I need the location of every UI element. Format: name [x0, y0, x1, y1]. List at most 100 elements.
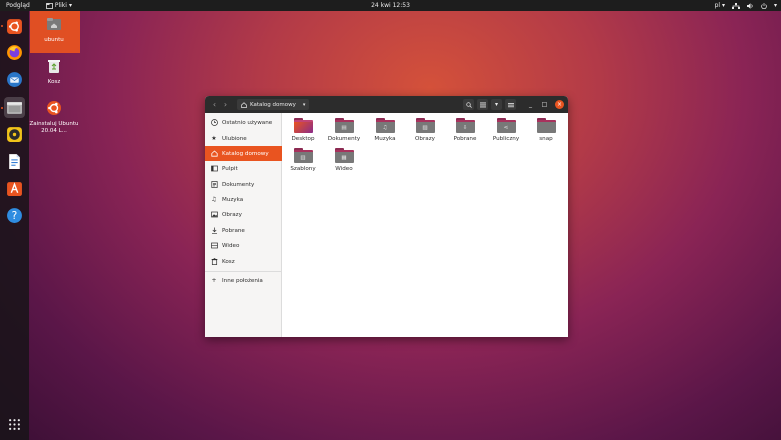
show-apps-icon	[9, 419, 20, 430]
firefox-icon	[7, 45, 22, 60]
ubuntu-installer-icon	[7, 19, 22, 34]
file-item-templates[interactable]: ▥ Szablony	[283, 148, 323, 172]
menu-button[interactable]	[505, 99, 516, 110]
dock-rhythmbox[interactable]	[4, 124, 25, 145]
dock-writer[interactable]	[4, 151, 25, 172]
sidebar-divider	[205, 271, 282, 272]
file-item-documents[interactable]: ▤ Dokumenty	[324, 118, 364, 142]
sidebar-item-other-locations[interactable]: + Inne położenia	[205, 273, 282, 288]
music-folder-icon: ♫	[375, 118, 395, 133]
close-button[interactable]: ×	[555, 100, 564, 109]
sidebar-item-label: Muzyka	[222, 196, 244, 203]
file-label: Pobrane	[453, 136, 477, 142]
minimize-button[interactable]: _	[525, 99, 536, 110]
sidebar-item-pictures[interactable]: Obrazy	[205, 207, 282, 222]
path-bar[interactable]: Katalog domowy ▾	[237, 99, 310, 110]
document-icon	[210, 181, 218, 189]
rhythmbox-icon	[7, 127, 22, 142]
dock: ?	[0, 11, 29, 440]
file-item-desktop[interactable]: Desktop	[283, 118, 323, 142]
file-label: Publiczny	[492, 136, 520, 142]
activities-button[interactable]: Podgląd	[0, 2, 36, 9]
sidebar-item-home[interactable]: Katalog domowy	[205, 146, 282, 161]
file-item-public[interactable]: ⋖ Publiczny	[486, 118, 526, 142]
files-app-icon	[45, 2, 53, 9]
search-icon	[465, 101, 472, 108]
videos-folder-icon: ▦	[334, 148, 354, 163]
file-label: Desktop	[291, 136, 315, 142]
file-item-downloads[interactable]: ⇩ Pobrane	[445, 118, 485, 142]
system-tray[interactable]: pl ▾ ▾	[715, 2, 777, 9]
top-bar: Podgląd Pliki ▾ 24 kwi 12:53 pl ▾ ▾	[0, 0, 781, 11]
hamburger-menu-icon	[507, 102, 514, 107]
file-label: Wideo	[335, 166, 353, 172]
keyboard-layout[interactable]: pl ▾	[715, 2, 725, 9]
download-icon	[210, 227, 218, 235]
network-icon	[731, 2, 740, 9]
downloads-folder-icon: ⇩	[455, 118, 475, 133]
sidebar-item-videos[interactable]: Wideo	[205, 238, 282, 253]
app-menu[interactable]: Pliki ▾	[45, 2, 72, 9]
file-item-videos[interactable]: ▦ Wideo	[324, 148, 364, 172]
sidebar-item-starred[interactable]: ★ Ulubione	[205, 131, 282, 146]
sidebar-item-label: Kosz	[222, 258, 235, 265]
app-menu-label: Pliki	[54, 2, 67, 9]
software-icon	[7, 182, 22, 196]
file-item-music[interactable]: ♫ Muzyka	[365, 118, 405, 142]
install-ubuntu-icon	[47, 101, 61, 115]
files-window: ‹ › Katalog domowy ▾ ▾ _ □ × Ostatnio uż…	[205, 96, 568, 337]
maximize-button[interactable]: □	[539, 99, 550, 110]
clock[interactable]: 24 kwi 12:53	[371, 2, 410, 9]
dock-software[interactable]	[4, 178, 25, 199]
pictures-folder-icon: ▨	[415, 118, 435, 133]
sidebar-item-trash[interactable]: Kosz	[205, 254, 282, 269]
desktop-icon-home[interactable]: ubuntu	[26, 16, 82, 44]
home-icon	[241, 101, 247, 108]
trash-icon	[210, 258, 218, 266]
show-apps-button[interactable]	[4, 414, 25, 435]
sidebar-item-label: Dokumenty	[222, 181, 255, 188]
sidebar-item-label: Wideo	[222, 242, 240, 249]
search-button[interactable]	[463, 99, 474, 110]
svg-text:?: ?	[12, 209, 18, 222]
home-folder-icon	[47, 18, 61, 30]
header-bar: ‹ › Katalog domowy ▾ ▾ _ □ ×	[205, 96, 568, 113]
file-label: Obrazy	[415, 136, 435, 142]
public-folder-icon: ⋖	[496, 118, 516, 133]
sidebar-item-music[interactable]: ♫ Muzyka	[205, 192, 282, 207]
sidebar-item-documents[interactable]: Dokumenty	[205, 177, 282, 192]
sidebar-item-recent[interactable]: Ostatnio używane	[205, 115, 282, 130]
list-view-icon	[479, 102, 486, 107]
image-icon	[210, 211, 218, 219]
dock-help[interactable]: ?	[4, 205, 25, 226]
chevron-down-icon: ▾	[68, 2, 72, 9]
sidebar-item-label: Ostatnio używane	[222, 119, 273, 126]
dock-files[interactable]	[4, 97, 25, 118]
file-item-snap[interactable]: snap	[526, 118, 566, 142]
file-item-pictures[interactable]: ▨ Obrazy	[405, 118, 445, 142]
folder-icon	[536, 118, 556, 133]
plus-icon: +	[211, 277, 217, 284]
back-button[interactable]: ‹	[209, 99, 220, 110]
dock-firefox[interactable]	[4, 42, 25, 63]
header-actions: ▾ _ □ ×	[463, 99, 564, 110]
view-toggle-button[interactable]	[477, 99, 488, 110]
trash-icon	[48, 60, 60, 73]
desktop-icon-install[interactable]: Zainstaluj Ubuntu 20.04 L...	[26, 100, 82, 135]
desktop-icon-trash[interactable]: Kosz	[26, 58, 82, 86]
dock-thunderbird[interactable]	[4, 69, 25, 90]
desktop-icon-label: Zainstaluj Ubuntu 20.04 L...	[29, 121, 79, 134]
chevron-down-icon: ▾	[773, 2, 777, 9]
sidebar-item-downloads[interactable]: Pobrane	[205, 223, 282, 238]
desktop-icon-label: Kosz	[47, 79, 61, 85]
file-label: snap	[539, 136, 553, 142]
thunderbird-icon	[7, 72, 22, 87]
file-label: Muzyka	[374, 136, 396, 142]
sidebar-item-desktop[interactable]: Pulpit	[205, 161, 282, 176]
view-options-button[interactable]: ▾	[491, 99, 502, 110]
dock-ubuntu-installer[interactable]	[4, 16, 25, 37]
forward-button[interactable]: ›	[220, 99, 231, 110]
path-label: Katalog domowy	[250, 101, 296, 108]
templates-folder-icon: ▥	[293, 148, 313, 163]
running-indicator	[1, 25, 3, 27]
